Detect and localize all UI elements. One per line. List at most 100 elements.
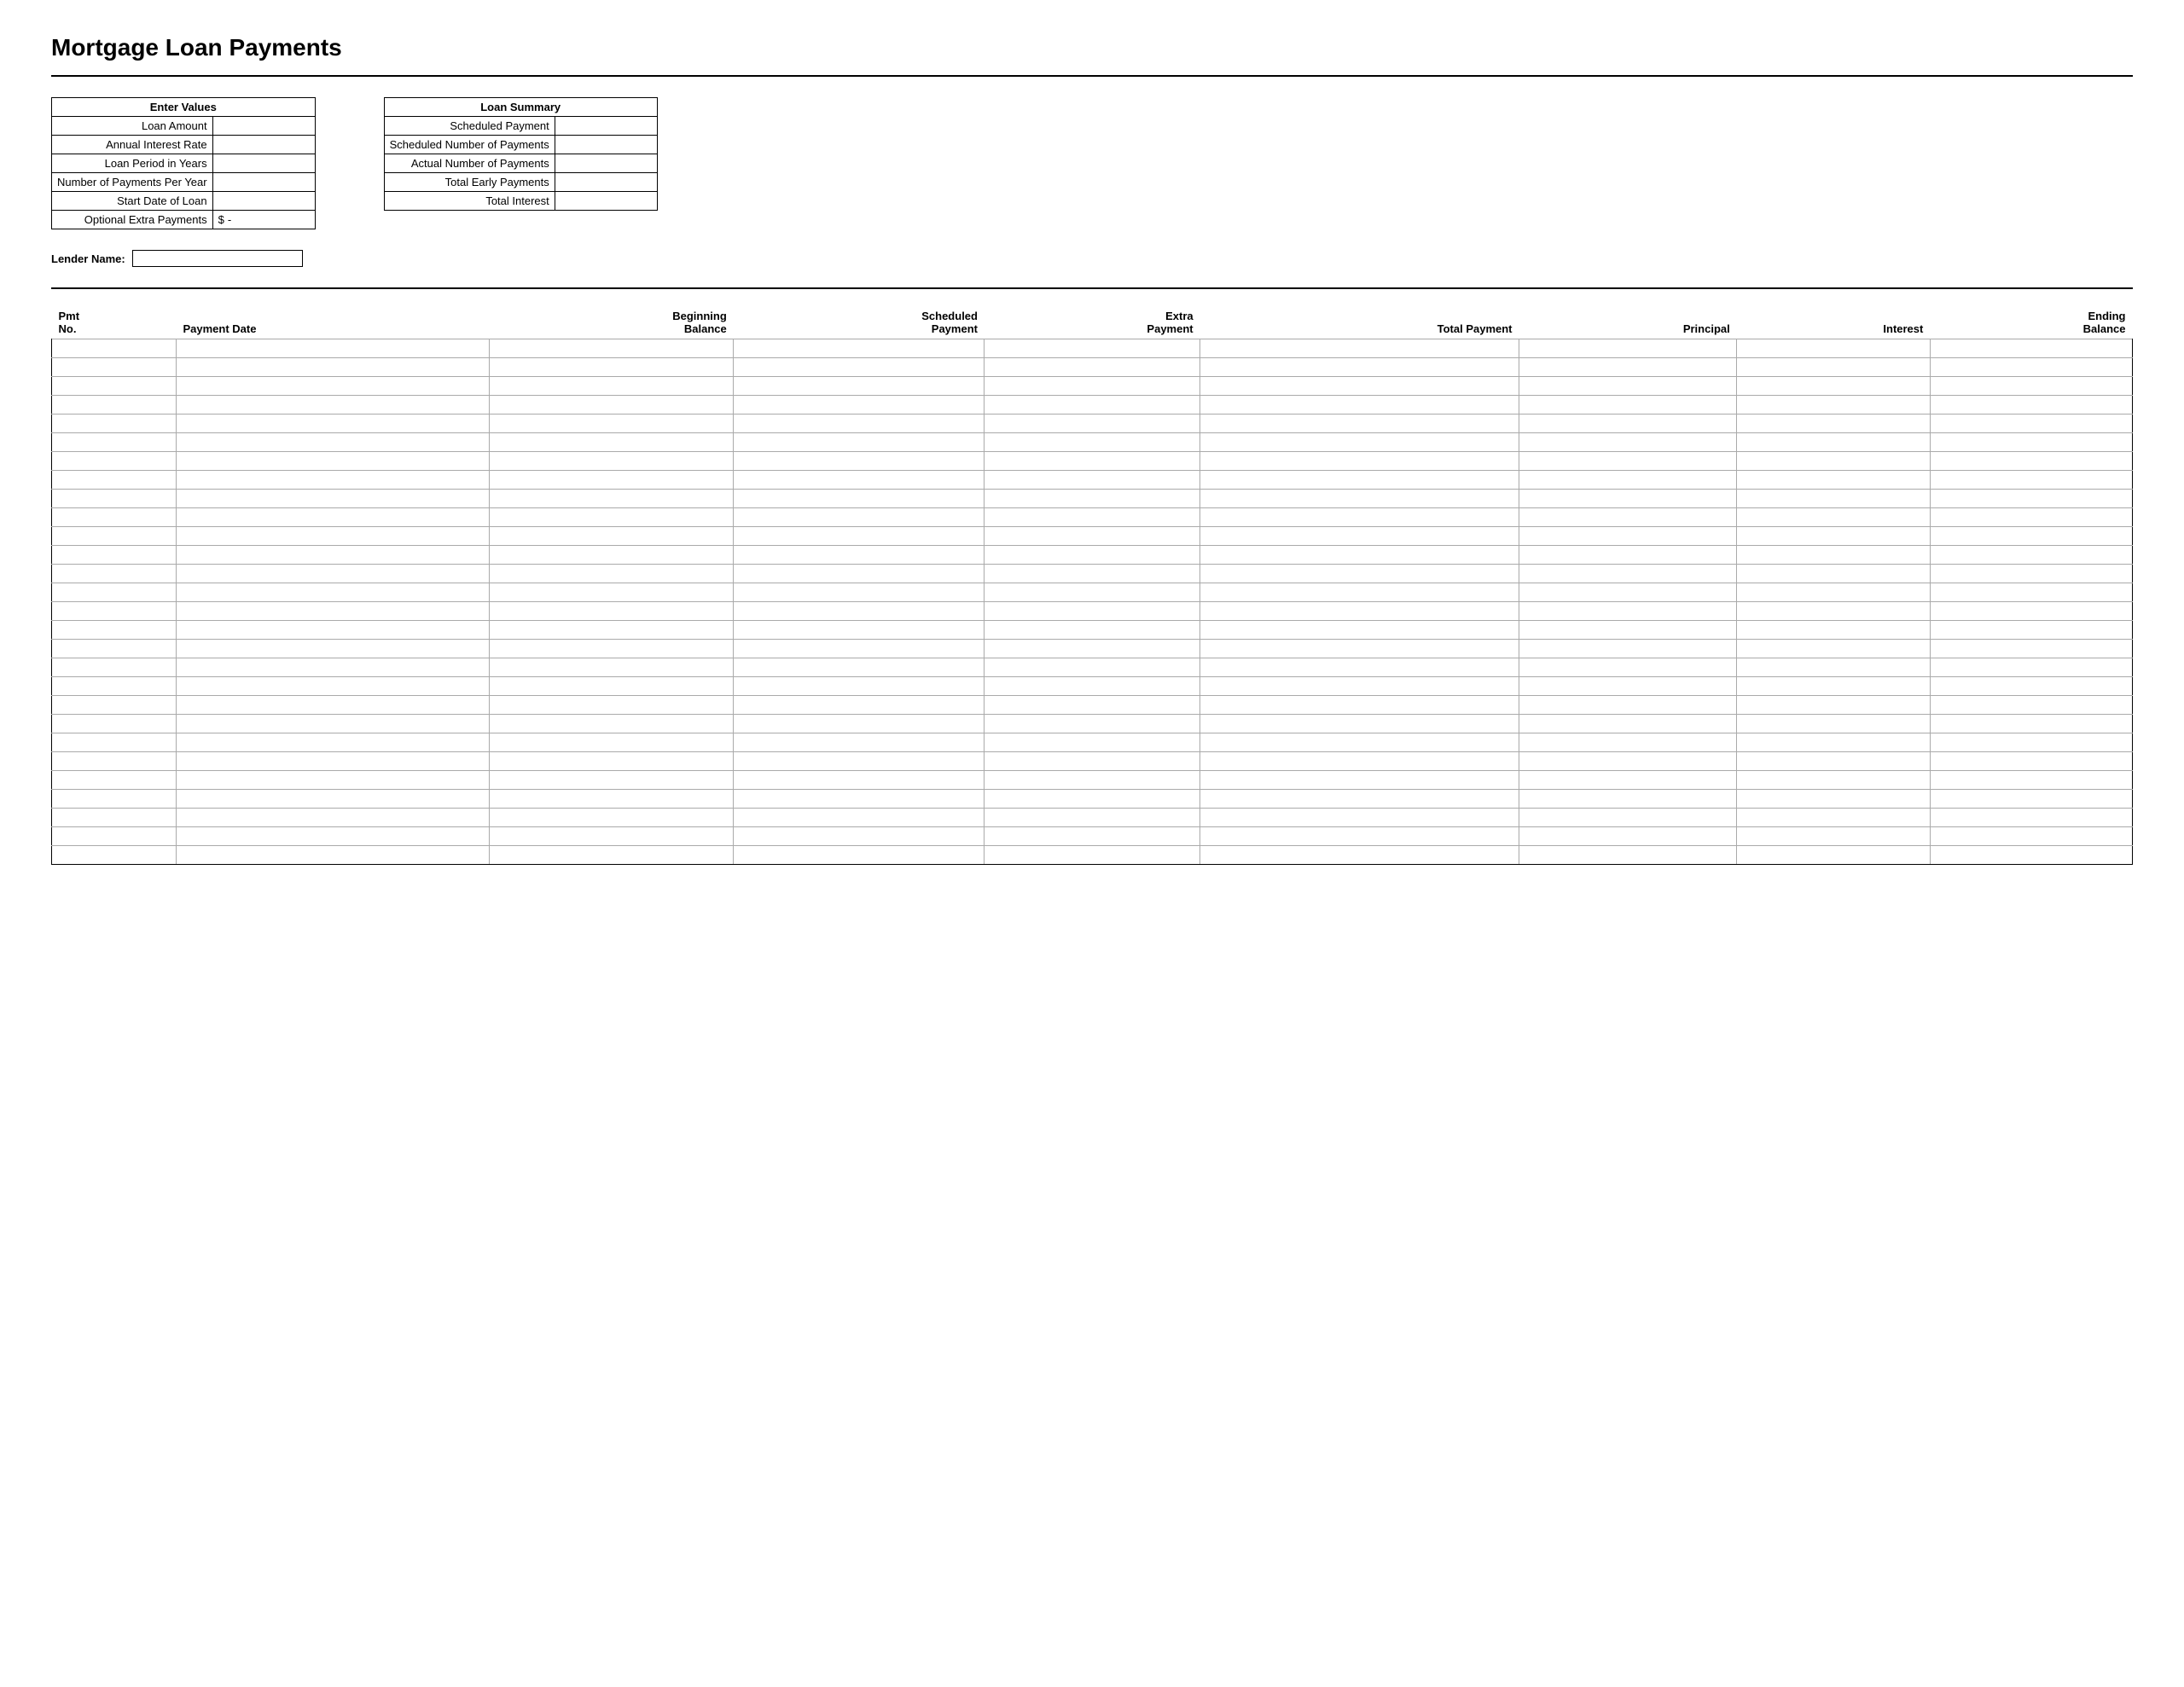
table-cell — [1200, 602, 1519, 621]
table-cell — [1519, 827, 1737, 846]
table-cell — [176, 471, 489, 490]
col-pmt-no-label: No. — [52, 322, 177, 339]
table-cell — [490, 658, 734, 677]
table-cell — [1519, 396, 1737, 415]
extra-payments-cell: $ - — [212, 211, 315, 229]
table-cell — [1519, 696, 1737, 715]
col-ending-header-top: Ending — [1930, 306, 2132, 322]
table-cell — [1930, 583, 2132, 602]
table-cell — [985, 415, 1200, 433]
page-title: Mortgage Loan Payments — [51, 34, 2133, 61]
enter-values-table: Enter Values Loan Amount Annual Interest… — [51, 97, 316, 229]
table-cell — [1930, 565, 2132, 583]
table-row — [52, 527, 2133, 546]
table-cell — [1737, 415, 1931, 433]
loan-summary-header: Loan Summary — [384, 98, 657, 117]
start-date-label: Start Date of Loan — [52, 192, 213, 211]
table-cell — [1200, 546, 1519, 565]
table-cell — [985, 508, 1200, 527]
table-cell — [490, 827, 734, 846]
table-cell — [985, 565, 1200, 583]
table-cell — [1519, 602, 1737, 621]
table-cell — [490, 415, 734, 433]
table-cell — [176, 377, 489, 396]
table-cell — [1200, 790, 1519, 809]
lender-name-input[interactable] — [132, 250, 303, 267]
table-cell — [1737, 846, 1931, 865]
total-interest-value — [555, 192, 657, 211]
top-divider — [51, 75, 2133, 77]
table-cell — [52, 715, 177, 733]
table-row — [52, 658, 2133, 677]
table-cell — [734, 752, 985, 771]
table-cell — [52, 827, 177, 846]
table-cell — [1200, 508, 1519, 527]
table-cell — [734, 377, 985, 396]
table-cell — [734, 658, 985, 677]
table-cell — [1519, 752, 1737, 771]
table-cell — [734, 433, 985, 452]
annual-interest-input[interactable] — [212, 136, 315, 154]
table-cell — [1930, 508, 2132, 527]
table-cell — [1930, 452, 2132, 471]
table-cell — [176, 677, 489, 696]
table-cell — [490, 377, 734, 396]
table-cell — [1519, 771, 1737, 790]
table-cell — [1737, 358, 1931, 377]
table-cell — [985, 396, 1200, 415]
table-cell — [1930, 415, 2132, 433]
table-row — [52, 846, 2133, 865]
table-cell — [1930, 846, 2132, 865]
table-cell — [490, 602, 734, 621]
table-cell — [490, 433, 734, 452]
table-row — [52, 715, 2133, 733]
table-cell — [1200, 827, 1519, 846]
table-cell — [176, 640, 489, 658]
table-row — [52, 490, 2133, 508]
table-cell — [1519, 809, 1737, 827]
table-cell — [52, 396, 177, 415]
table-cell — [1737, 715, 1931, 733]
table-cell — [176, 396, 489, 415]
payments-per-year-input[interactable] — [212, 173, 315, 192]
table-cell — [985, 339, 1200, 358]
table-cell — [1519, 621, 1737, 640]
table-cell — [490, 490, 734, 508]
loan-period-input[interactable] — [212, 154, 315, 173]
table-cell — [176, 752, 489, 771]
table-cell — [176, 715, 489, 733]
table-cell — [52, 658, 177, 677]
table-cell — [52, 415, 177, 433]
col-total-header-top — [1200, 306, 1519, 322]
table-cell — [490, 696, 734, 715]
table-cell — [1737, 527, 1931, 546]
table-header-top: Pmt Beginning Scheduled Extra Ending — [52, 306, 2133, 322]
table-cell — [1930, 790, 2132, 809]
col-principal-header-top — [1519, 306, 1737, 322]
loan-summary-table: Loan Summary Scheduled Payment Scheduled… — [384, 97, 658, 211]
table-cell — [1930, 546, 2132, 565]
table-cell — [490, 471, 734, 490]
table-cell — [52, 471, 177, 490]
table-cell — [1200, 696, 1519, 715]
table-cell — [490, 621, 734, 640]
col-interest-label: Interest — [1737, 322, 1931, 339]
table-cell — [1200, 658, 1519, 677]
table-cell — [1737, 508, 1931, 527]
col-payment-date-label: Payment Date — [176, 322, 489, 339]
table-cell — [985, 490, 1200, 508]
table-cell — [176, 827, 489, 846]
table-cell — [734, 490, 985, 508]
table-cell — [985, 377, 1200, 396]
table-cell — [52, 339, 177, 358]
table-cell — [490, 565, 734, 583]
table-cell — [52, 508, 177, 527]
table-cell — [1200, 752, 1519, 771]
table-cell — [490, 452, 734, 471]
table-cell — [490, 527, 734, 546]
scheduled-payment-value — [555, 117, 657, 136]
start-date-input[interactable] — [212, 192, 315, 211]
loan-amount-input[interactable] — [212, 117, 315, 136]
table-cell — [52, 452, 177, 471]
table-cell — [1737, 677, 1931, 696]
